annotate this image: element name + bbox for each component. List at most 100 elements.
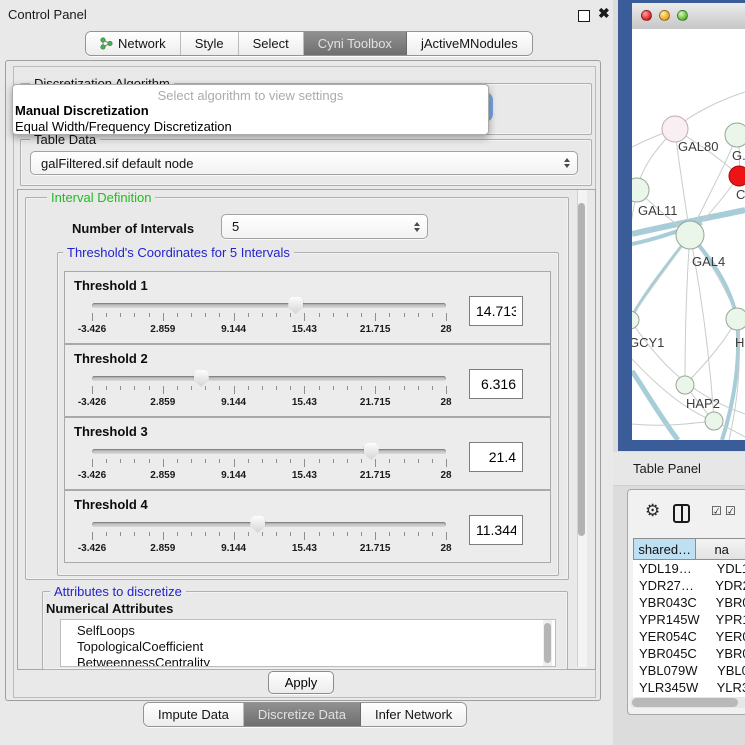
threshold-value-field[interactable] — [469, 515, 523, 545]
threshold-value-field[interactable] — [469, 369, 523, 399]
slider-thumb[interactable] — [194, 370, 209, 387]
tab-label: jActiveMNodules — [421, 36, 518, 51]
table-row[interactable]: YLR345WYLR3 — [633, 679, 745, 696]
table-cell[interactable]: YDL19… — [633, 560, 707, 577]
slider-track[interactable] — [92, 522, 446, 527]
threshold-slider[interactable]: -3.4262.8599.14415.4321.71528 — [92, 519, 446, 559]
table-cell[interactable]: YBR0 — [706, 594, 745, 611]
tick-label: 15.43 — [292, 470, 317, 481]
slider-tick-labels: -3.4262.8599.14415.4321.71528 — [92, 397, 446, 409]
tab-style[interactable]: Style — [181, 32, 239, 55]
threshold-slider[interactable]: -3.4262.8599.14415.4321.71528 — [92, 300, 446, 340]
slider-track[interactable] — [92, 376, 446, 381]
network-window-titlebar[interactable] — [632, 3, 745, 30]
column-header-shared-name[interactable]: shared… — [633, 538, 696, 560]
threshold-value-field[interactable] — [469, 442, 523, 472]
slider-tick-labels: -3.4262.8599.14415.4321.71528 — [92, 470, 446, 482]
table-cell[interactable]: YDL1 — [707, 560, 745, 577]
table-cell[interactable]: YER0 — [706, 628, 745, 645]
table-row[interactable]: YBL079WYBL0 — [633, 662, 745, 679]
apply-button[interactable]: Apply — [268, 671, 334, 694]
table-row[interactable]: YDR27…YDR2 — [633, 577, 745, 594]
table-cell[interactable]: YBR0 — [706, 645, 745, 662]
network-node[interactable] — [729, 166, 745, 186]
dropdown-placeholder-item[interactable]: Select algorithm to view settings — [13, 88, 488, 103]
combo-arrows-icon — [414, 222, 420, 232]
network-node[interactable] — [705, 412, 723, 430]
zoom-traffic-light-icon[interactable] — [677, 10, 688, 21]
table-cell[interactable]: YER054C — [633, 628, 706, 645]
attributes-list-scrollbar-thumb[interactable] — [544, 623, 551, 663]
tab-discretize-data[interactable]: Discretize Data — [244, 703, 361, 726]
table-cell[interactable]: YBR045C — [633, 645, 706, 662]
close-traffic-light-icon[interactable] — [641, 10, 652, 21]
network-node-label: GCY1 — [632, 335, 664, 350]
slider-track[interactable] — [92, 303, 446, 308]
threshold-slider[interactable]: -3.4262.8599.14415.4321.71528 — [92, 446, 446, 486]
slider-track[interactable] — [92, 449, 446, 454]
tick-label: 21.715 — [360, 324, 391, 335]
tick-label: 28 — [440, 324, 451, 335]
network-graph: GAL80G.CGAL11GAL4GCY1HHAP2 — [632, 29, 745, 440]
table-cell[interactable]: YDR27… — [633, 577, 705, 594]
float-window-icon[interactable] — [578, 10, 590, 22]
table-cell[interactable]: YBL0 — [707, 662, 745, 679]
numerical-attributes-list[interactable]: SelfLoopsTopologicalCoefficientBetweenne… — [60, 619, 556, 667]
tick-label: -3.426 — [78, 324, 106, 335]
network-view-canvas[interactable]: GAL80G.CGAL11GAL4GCY1HHAP2 — [632, 29, 745, 440]
table-horizontal-scrollbar[interactable] — [630, 697, 745, 708]
slider-thumb[interactable] — [288, 297, 303, 314]
slider-thumb[interactable] — [364, 443, 379, 460]
tab-cyni-toolbox[interactable]: Cyni Toolbox — [304, 32, 407, 55]
table-row[interactable]: YBR043CYBR0 — [633, 594, 745, 611]
network-node[interactable] — [725, 123, 745, 147]
column-layout-icon[interactable] — [673, 504, 690, 523]
table-row[interactable]: YPR145WYPR1 — [633, 611, 745, 628]
threshold-panel: Threshold 2 -3.4262.8599.14415.4321.7152… — [64, 344, 551, 417]
threshold-value-field[interactable] — [469, 296, 523, 326]
window-title: Control Panel — [8, 7, 87, 22]
checkbox-icon[interactable]: ☑ — [711, 505, 722, 517]
threshold-slider[interactable]: -3.4262.8599.14415.4321.71528 — [92, 373, 446, 413]
network-node[interactable] — [726, 308, 745, 330]
network-node[interactable] — [676, 376, 694, 394]
attribute-list-item[interactable]: BetweennessCentrality — [77, 655, 555, 667]
dropdown-item-equal-width-frequency[interactable]: Equal Width/Frequency Discretization — [15, 119, 232, 134]
tick-label: 15.43 — [292, 324, 317, 335]
column-header-name[interactable]: na — [696, 538, 745, 560]
table-horizontal-scrollbar-thumb[interactable] — [632, 698, 738, 707]
tab-jactivemnodules[interactable]: jActiveMNodules — [407, 32, 532, 55]
table-cell[interactable]: YBL079W — [633, 662, 707, 679]
network-node[interactable] — [632, 311, 639, 329]
tab-network[interactable]: Network — [86, 32, 181, 55]
network-node[interactable] — [676, 221, 704, 249]
table-cell[interactable]: YLR3 — [707, 679, 745, 696]
attribute-list-item[interactable]: SelfLoops — [77, 623, 555, 639]
table-cell[interactable]: YBR043C — [633, 594, 706, 611]
table-cell[interactable]: YDR2 — [705, 577, 745, 594]
tick-label: 2.859 — [150, 470, 175, 481]
close-icon[interactable]: ✖ — [598, 5, 610, 22]
tick-label: 21.715 — [360, 397, 391, 408]
checkbox-icon[interactable]: ☑ — [725, 505, 736, 517]
table-cell[interactable]: YPR1 — [706, 611, 745, 628]
dropdown-item-manual-discretization[interactable]: Manual Discretization — [15, 103, 149, 118]
table-cell[interactable]: YLR345W — [633, 679, 707, 696]
table-row[interactable]: YBR045CYBR0 — [633, 645, 745, 662]
table-cell[interactable]: YPR145W — [633, 611, 706, 628]
network-node-label: C — [736, 187, 745, 202]
table-data-combobox[interactable]: galFiltered.sif default node — [30, 151, 578, 175]
table-body: YDL19…YDL1YDR27…YDR2YBR043CYBR0YPR145WYP… — [633, 560, 745, 706]
tab-impute-data[interactable]: Impute Data — [144, 703, 244, 726]
slider-thumb[interactable] — [250, 516, 265, 533]
attribute-list-item[interactable]: TopologicalCoefficient — [77, 639, 555, 655]
minimize-traffic-light-icon[interactable] — [659, 10, 670, 21]
settings-scrollbar-thumb[interactable] — [578, 203, 585, 536]
table-row[interactable]: YER054CYER0 — [633, 628, 745, 645]
tab-label: Impute Data — [158, 707, 229, 722]
table-row[interactable]: YDL19…YDL1 — [633, 560, 745, 577]
number-of-intervals-combobox[interactable]: 5 — [221, 214, 428, 239]
tab-infer-network[interactable]: Infer Network — [361, 703, 466, 726]
tab-select[interactable]: Select — [239, 32, 304, 55]
gear-icon[interactable]: ⚙ — [645, 502, 660, 519]
